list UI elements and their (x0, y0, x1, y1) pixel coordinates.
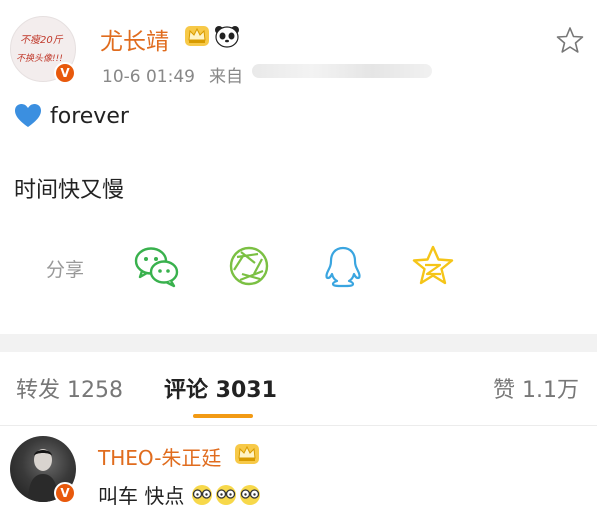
share-label: 分享 (46, 259, 85, 281)
post-text-line-2: 时间快又慢 (14, 178, 125, 203)
glasses-face-icon (240, 484, 261, 505)
post-text-line-1: forever (14, 103, 129, 129)
crown-icon[interactable] (234, 442, 260, 466)
glasses-face-icon (192, 484, 213, 505)
commenter-verified-badge: V (54, 482, 76, 504)
favorite-star-icon[interactable] (556, 26, 584, 54)
post-text-forever: forever (50, 103, 129, 129)
blue-heart-icon (15, 104, 41, 127)
blurred-source (252, 64, 432, 78)
interaction-tabs: 转发 1258 评论 3031 赞 1.1万 (0, 352, 597, 426)
post-meta: 10-6 01:49 来自 (102, 62, 243, 87)
qzone-icon[interactable] (410, 244, 456, 288)
verified-badge: V (54, 62, 76, 84)
comment-item: V THEO-朱正廷 叫车 快点 (0, 426, 597, 516)
svg-text:不换头像!!!: 不换头像!!! (16, 53, 63, 64)
crown-icon[interactable] (184, 24, 210, 48)
commenter-name[interactable]: THEO-朱正廷 (98, 442, 221, 471)
svg-text:不瘦20斤: 不瘦20斤 (20, 34, 64, 46)
glasses-face-icon (216, 484, 237, 505)
qq-icon[interactable] (320, 244, 366, 288)
wechat-icon[interactable] (134, 244, 180, 288)
author-name[interactable]: 尤长靖 (100, 22, 169, 56)
weibo-post: 不瘦20斤 不换头像!!! V 尤长靖 10-6 01:49 来自 forever… (0, 0, 597, 334)
tab-repost[interactable]: 转发 1258 (16, 372, 123, 404)
tab-comment[interactable]: 评论 3031 (164, 372, 277, 404)
section-divider (0, 334, 597, 352)
post-source-prefix: 来自 (208, 67, 243, 87)
panda-icon[interactable] (214, 24, 240, 48)
moments-icon[interactable] (226, 244, 272, 288)
comment-body: 叫车 快点 (98, 484, 185, 508)
comment-text: 叫车 快点 (98, 480, 262, 509)
active-tab-indicator (193, 414, 253, 418)
post-time: 10-6 01:49 (102, 67, 195, 87)
tab-like[interactable]: 赞 1.1万 (493, 372, 579, 404)
